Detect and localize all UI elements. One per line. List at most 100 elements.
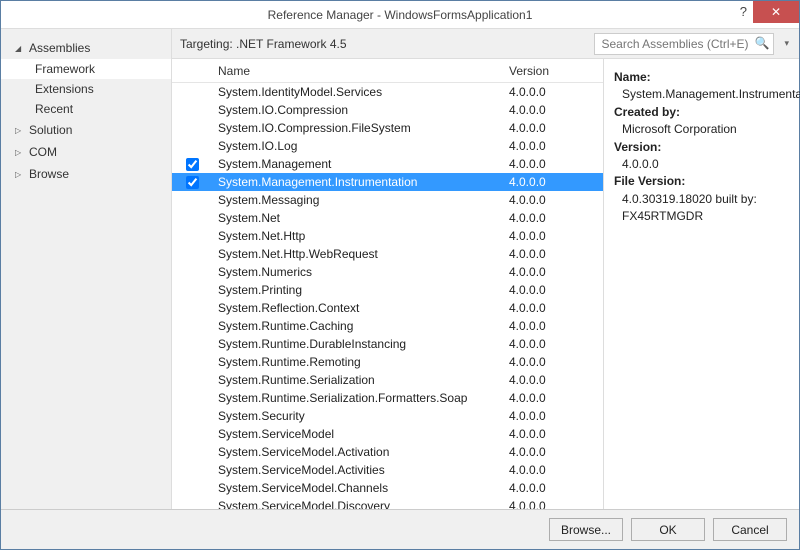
cancel-button[interactable]: Cancel [713, 518, 787, 541]
chevron-down-icon: ◢ [15, 44, 23, 53]
search-dropdown-icon[interactable]: ▾ [782, 38, 791, 49]
assembly-row[interactable]: System.Runtime.Serialization4.0.0.0 [172, 371, 603, 389]
sidebar-group-label: Assemblies [29, 41, 90, 55]
assembly-row[interactable]: System.Runtime.Serialization.Formatters.… [172, 389, 603, 407]
assembly-name: System.IO.Compression [212, 103, 503, 117]
close-button[interactable]: ✕ [753, 1, 799, 23]
assembly-name: System.Management.Instrumentation [212, 175, 503, 189]
assembly-version: 4.0.0.0 [503, 103, 603, 117]
chevron-right-icon: ▷ [15, 170, 23, 179]
assembly-name: System.Security [212, 409, 503, 423]
assembly-row[interactable]: System.Management.Instrumentation4.0.0.0 [172, 173, 603, 191]
ok-button[interactable]: OK [631, 518, 705, 541]
sidebar: ◢ Assemblies FrameworkExtensionsRecent▷Sol… [1, 29, 171, 509]
list-body[interactable]: System.IdentityModel.Services4.0.0.0Syst… [172, 83, 603, 509]
assembly-row[interactable]: System.Net.Http.WebRequest4.0.0.0 [172, 245, 603, 263]
assembly-row[interactable]: System.Net.Http4.0.0.0 [172, 227, 603, 245]
reference-manager-window: Reference Manager - WindowsFormsApplicat… [0, 0, 800, 550]
sidebar-item-extensions[interactable]: Extensions [1, 79, 171, 99]
sidebar-group-assemblies[interactable]: ◢ Assemblies [1, 37, 171, 59]
assembly-version: 4.0.0.0 [503, 355, 603, 369]
assembly-checkbox[interactable] [186, 176, 199, 189]
titlebar: Reference Manager - WindowsFormsApplicat… [1, 1, 799, 29]
row-check-cell [172, 175, 212, 189]
assembly-name: System.Management [212, 157, 503, 171]
row-check-cell [172, 157, 212, 171]
assembly-row[interactable]: System.Numerics4.0.0.0 [172, 263, 603, 281]
chevron-right-icon: ▷ [15, 126, 23, 135]
assembly-checkbox[interactable] [186, 158, 199, 171]
assembly-version: 4.0.0.0 [503, 337, 603, 351]
content: Name Version System.IdentityModel.Servic… [172, 59, 799, 509]
assembly-row[interactable]: System.ServiceModel.Discovery4.0.0.0 [172, 497, 603, 509]
assembly-row[interactable]: System.Net4.0.0.0 [172, 209, 603, 227]
assembly-row[interactable]: System.ServiceModel.Activities4.0.0.0 [172, 461, 603, 479]
detail-created-label: Created by: [614, 105, 680, 119]
close-icon: ✕ [771, 5, 781, 19]
assembly-version: 4.0.0.0 [503, 499, 603, 509]
assembly-row[interactable]: System.ServiceModel.Channels4.0.0.0 [172, 479, 603, 497]
list-header: Name Version [172, 59, 603, 83]
sidebar-group-label: COM [29, 145, 57, 159]
assembly-name: System.ServiceModel.Channels [212, 481, 503, 495]
sidebar-group-browse[interactable]: ▷Browse [1, 163, 171, 185]
assembly-version: 4.0.0.0 [503, 121, 603, 135]
main: Targeting: .NET Framework 4.5 🔍 ▾ Name V… [171, 29, 799, 509]
assembly-version: 4.0.0.0 [503, 175, 603, 189]
assembly-version: 4.0.0.0 [503, 481, 603, 495]
assembly-name: System.Runtime.Caching [212, 319, 503, 333]
assembly-name: System.Messaging [212, 193, 503, 207]
assembly-row[interactable]: System.IO.Compression.FileSystem4.0.0.0 [172, 119, 603, 137]
assembly-version: 4.0.0.0 [503, 139, 603, 153]
assembly-row[interactable]: System.Runtime.DurableInstancing4.0.0.0 [172, 335, 603, 353]
assembly-row[interactable]: System.Security4.0.0.0 [172, 407, 603, 425]
sidebar-group-solution[interactable]: ▷Solution [1, 119, 171, 141]
assembly-name: System.Net.Http [212, 229, 503, 243]
assembly-row[interactable]: System.Management4.0.0.0 [172, 155, 603, 173]
assembly-name: System.IO.Compression.FileSystem [212, 121, 503, 135]
sidebar-item-recent[interactable]: Recent [1, 99, 171, 119]
assembly-name: System.Numerics [212, 265, 503, 279]
window-title: Reference Manager - WindowsFormsApplicat… [1, 8, 799, 22]
detail-version-value: 4.0.0.0 [614, 156, 789, 173]
assembly-name: System.Printing [212, 283, 503, 297]
search-icon[interactable]: 🔍 [755, 36, 770, 50]
targeting-label: Targeting: .NET Framework 4.5 [180, 37, 586, 51]
assembly-row[interactable]: System.IdentityModel.Services4.0.0.0 [172, 83, 603, 101]
sidebar-group-com[interactable]: ▷ COM [1, 141, 171, 163]
assembly-name: System.Runtime.Serialization.Formatters.… [212, 391, 503, 405]
chevron-right-icon: ▷ [15, 148, 23, 157]
assembly-version: 4.0.0.0 [503, 247, 603, 261]
assembly-name: System.Net [212, 211, 503, 225]
sidebar-item-framework[interactable]: Framework [1, 59, 171, 79]
assembly-name: System.IdentityModel.Services [212, 85, 503, 99]
toolbar: Targeting: .NET Framework 4.5 🔍 ▾ [172, 29, 799, 59]
assembly-name: System.Runtime.DurableInstancing [212, 337, 503, 351]
col-name-header[interactable]: Name [212, 64, 503, 78]
assembly-row[interactable]: System.Messaging4.0.0.0 [172, 191, 603, 209]
col-version-header[interactable]: Version [503, 64, 603, 78]
assembly-version: 4.0.0.0 [503, 157, 603, 171]
assembly-version: 4.0.0.0 [503, 409, 603, 423]
assembly-row[interactable]: System.IO.Log4.0.0.0 [172, 137, 603, 155]
assembly-name: System.Reflection.Context [212, 301, 503, 315]
help-icon[interactable]: ? [740, 4, 747, 19]
browse-button[interactable]: Browse... [549, 518, 623, 541]
assembly-name: System.ServiceModel [212, 427, 503, 441]
assembly-name: System.IO.Log [212, 139, 503, 153]
assembly-version: 4.0.0.0 [503, 463, 603, 477]
assembly-list: Name Version System.IdentityModel.Servic… [172, 59, 604, 509]
assembly-row[interactable]: System.Runtime.Caching4.0.0.0 [172, 317, 603, 335]
assembly-row[interactable]: System.IO.Compression4.0.0.0 [172, 101, 603, 119]
search-input[interactable] [594, 33, 774, 55]
assembly-name: System.Runtime.Remoting [212, 355, 503, 369]
assembly-row[interactable]: System.Runtime.Remoting4.0.0.0 [172, 353, 603, 371]
assembly-version: 4.0.0.0 [503, 319, 603, 333]
body: ◢ Assemblies FrameworkExtensionsRecent▷Sol… [1, 29, 799, 509]
assembly-row[interactable]: System.Reflection.Context4.0.0.0 [172, 299, 603, 317]
assembly-name: System.ServiceModel.Activation [212, 445, 503, 459]
assembly-row[interactable]: System.ServiceModel4.0.0.0 [172, 425, 603, 443]
assembly-row[interactable]: System.Printing4.0.0.0 [172, 281, 603, 299]
assembly-row[interactable]: System.ServiceModel.Activation4.0.0.0 [172, 443, 603, 461]
detail-version-label: Version: [614, 140, 661, 154]
